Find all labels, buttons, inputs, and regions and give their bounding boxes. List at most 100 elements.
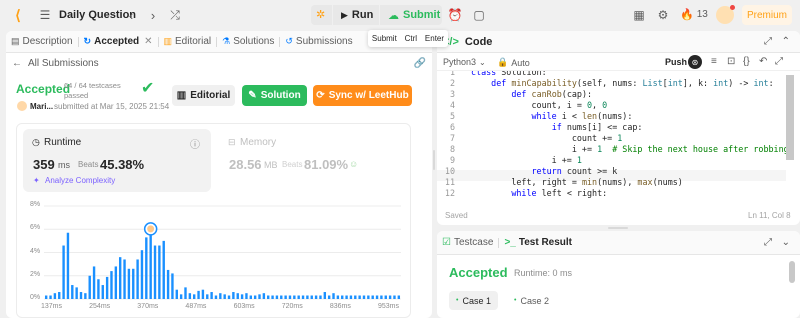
chart-bar[interactable] [345,295,348,299]
tab-accepted[interactable]: ↻ Accepted ✕ [79,31,158,53]
chart-bar[interactable] [214,295,218,299]
code-line[interactable]: def minCapability(self, nums: List[int],… [471,78,773,89]
chart-bar[interactable] [197,290,200,299]
chart-bar[interactable] [362,295,366,299]
chart-bar[interactable] [118,257,122,299]
chart-bar[interactable] [397,295,401,299]
code-line[interactable]: left, right = min(nums), max(nums) [471,177,683,188]
premium-button[interactable]: Premium [742,5,792,25]
user-avatar[interactable] [17,101,27,111]
chart-bar[interactable] [71,285,74,299]
chart-bar[interactable] [88,275,91,299]
language-select[interactable]: Python3 ⌄ [443,57,486,67]
chart-bar[interactable] [284,295,287,299]
code-line[interactable]: count += 1 [471,133,622,144]
chart-bar[interactable] [193,294,196,299]
all-submissions-link[interactable]: ← All Submissions [12,58,99,69]
chart-bar[interactable] [92,266,96,299]
format-icon[interactable]: ≡ [711,56,717,67]
chart-bar[interactable] [53,293,57,299]
chart-bar[interactable] [297,295,300,299]
collapse-icon[interactable]: ⌄ [782,237,790,248]
chart-bar[interactable] [149,233,152,299]
chart-bar[interactable] [306,295,309,299]
chart-bar[interactable] [288,295,292,299]
leetcode-logo-icon[interactable]: ⟨ [10,7,26,23]
code-line[interactable]: class Solution: [471,71,547,78]
chart-bar[interactable] [127,268,131,299]
layout-grid-icon[interactable]: ▦ [632,8,646,22]
tab-solutions[interactable]: ⚗ Solutions [217,31,279,53]
problem-list-icon[interactable]: ☰ [38,8,52,22]
chart-bar[interactable] [293,295,296,299]
fullscreen-icon[interactable]: ⤢ [775,56,783,67]
info-icon[interactable]: ⓘ [190,136,200,151]
chart-bar[interactable] [188,293,192,299]
chart-bar[interactable] [367,295,370,299]
code-line[interactable]: while i < len(nums): [471,111,633,122]
chart-bar[interactable] [388,295,392,299]
maximize-icon[interactable]: ⤢ [764,36,772,47]
chart-bar[interactable] [253,295,257,299]
chart-bar[interactable] [110,271,113,299]
runtime-card[interactable]: ◷ Runtime ⓘ 359 ms Beats 45.38% ✦ Analyz… [23,129,211,192]
avatar[interactable] [716,5,735,24]
close-tab-icon[interactable]: ✕ [144,36,152,47]
chart-bar[interactable] [105,276,109,299]
chart-bar[interactable] [275,295,279,299]
run-button[interactable]: ▶ Run [333,5,379,25]
chart-bar[interactable] [223,294,226,299]
shuffle-icon[interactable]: ⤮ [168,8,182,22]
chart-bar[interactable] [249,295,252,299]
chart-bar[interactable] [171,273,174,299]
chart-bar[interactable] [206,294,209,299]
chart-bar[interactable] [380,295,383,299]
sync-leethub-button[interactable]: ⟳ Sync w/ LeetHub [313,85,412,106]
panel-resize-handle[interactable] [433,150,435,170]
code-line[interactable]: def canRob(cap): [471,89,592,100]
chart-bar[interactable] [310,295,313,299]
analyze-complexity-link[interactable]: Analyze Complexity [45,176,115,185]
chart-bar[interactable] [375,295,379,299]
case-1-tab[interactable]: • Case 1 [449,291,498,310]
chart-bar[interactable] [114,266,118,299]
chart-bar[interactable] [153,245,157,299]
chart-bar[interactable] [79,292,83,299]
chart-bar[interactable] [49,295,52,299]
chart-bar[interactable] [245,293,248,299]
tab-test-result[interactable]: >_ Test Result [499,231,577,255]
bookmark-icon[interactable]: ⊡ [727,56,735,67]
maximize-icon[interactable]: ⤢ [764,237,772,248]
chart-bar[interactable] [140,250,144,299]
chart-bar[interactable] [210,292,213,299]
chart-bar[interactable] [44,295,48,299]
tab-description[interactable]: ▤ Description [6,31,78,53]
chart-bar[interactable] [314,295,318,299]
chart-bar[interactable] [136,259,139,299]
chart-bar[interactable] [319,295,322,299]
chart-bar[interactable] [332,293,335,299]
code-line[interactable]: while left < right: [471,188,607,199]
chart-bar[interactable] [232,292,235,299]
submit-button[interactable]: ☁ Submit [380,5,442,25]
case-2-tab[interactable]: • Case 2 [507,291,556,310]
chart-bar[interactable] [66,232,70,299]
chart-bar[interactable] [258,294,261,299]
auto-mode-toggle[interactable]: 🔒 Auto [497,57,530,68]
chart-bar[interactable] [240,294,244,299]
chart-bar[interactable] [236,293,239,299]
chart-bar[interactable] [201,289,205,299]
chart-bar[interactable] [179,294,183,299]
chart-bar[interactable] [62,245,65,299]
your-submission-marker[interactable] [143,222,158,236]
settings-gear-icon[interactable]: ⚙ [656,8,670,22]
code-line[interactable]: return count >= k [471,166,618,177]
chart-bar[interactable] [354,295,357,299]
push-button[interactable]: Push [665,57,687,67]
chart-bar[interactable] [327,295,331,299]
debug-button[interactable]: ✲ [311,5,332,25]
chart-bar[interactable] [271,295,274,299]
chart-bar[interactable] [280,295,283,299]
chart-bar[interactable] [371,295,374,299]
solution-button[interactable]: ✎ Solution [242,85,307,106]
